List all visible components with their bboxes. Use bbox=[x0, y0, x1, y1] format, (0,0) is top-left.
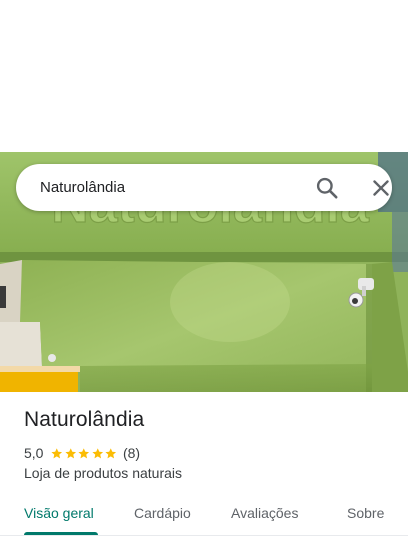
place-category: Loja de produtos naturais bbox=[24, 465, 182, 481]
search-icon[interactable] bbox=[314, 175, 340, 201]
rating-value: 5,0 bbox=[24, 445, 44, 461]
tab-reviews[interactable]: Avaliações bbox=[231, 496, 298, 532]
close-icon[interactable] bbox=[368, 175, 394, 201]
star-icon bbox=[65, 447, 77, 458]
tabs-divider bbox=[0, 535, 408, 536]
star-icon bbox=[78, 447, 90, 458]
place-tabs: Visão geral Cardápio Avaliações Sobre bbox=[0, 496, 408, 536]
tab-overview[interactable]: Visão geral bbox=[24, 496, 94, 532]
place-name: Naturolândia bbox=[24, 408, 145, 431]
star-rating bbox=[50, 447, 118, 460]
star-icon bbox=[51, 447, 63, 458]
tab-about[interactable]: Sobre bbox=[347, 496, 384, 532]
blank-map-area bbox=[0, 0, 408, 152]
search-bar[interactable] bbox=[16, 164, 392, 211]
star-icon bbox=[92, 447, 104, 458]
search-input[interactable] bbox=[40, 164, 290, 211]
review-count: (8) bbox=[122, 445, 141, 461]
rating-row[interactable]: 5,0 (8) bbox=[24, 444, 140, 462]
star-icon bbox=[105, 447, 117, 458]
tab-menu[interactable]: Cardápio bbox=[134, 496, 191, 532]
